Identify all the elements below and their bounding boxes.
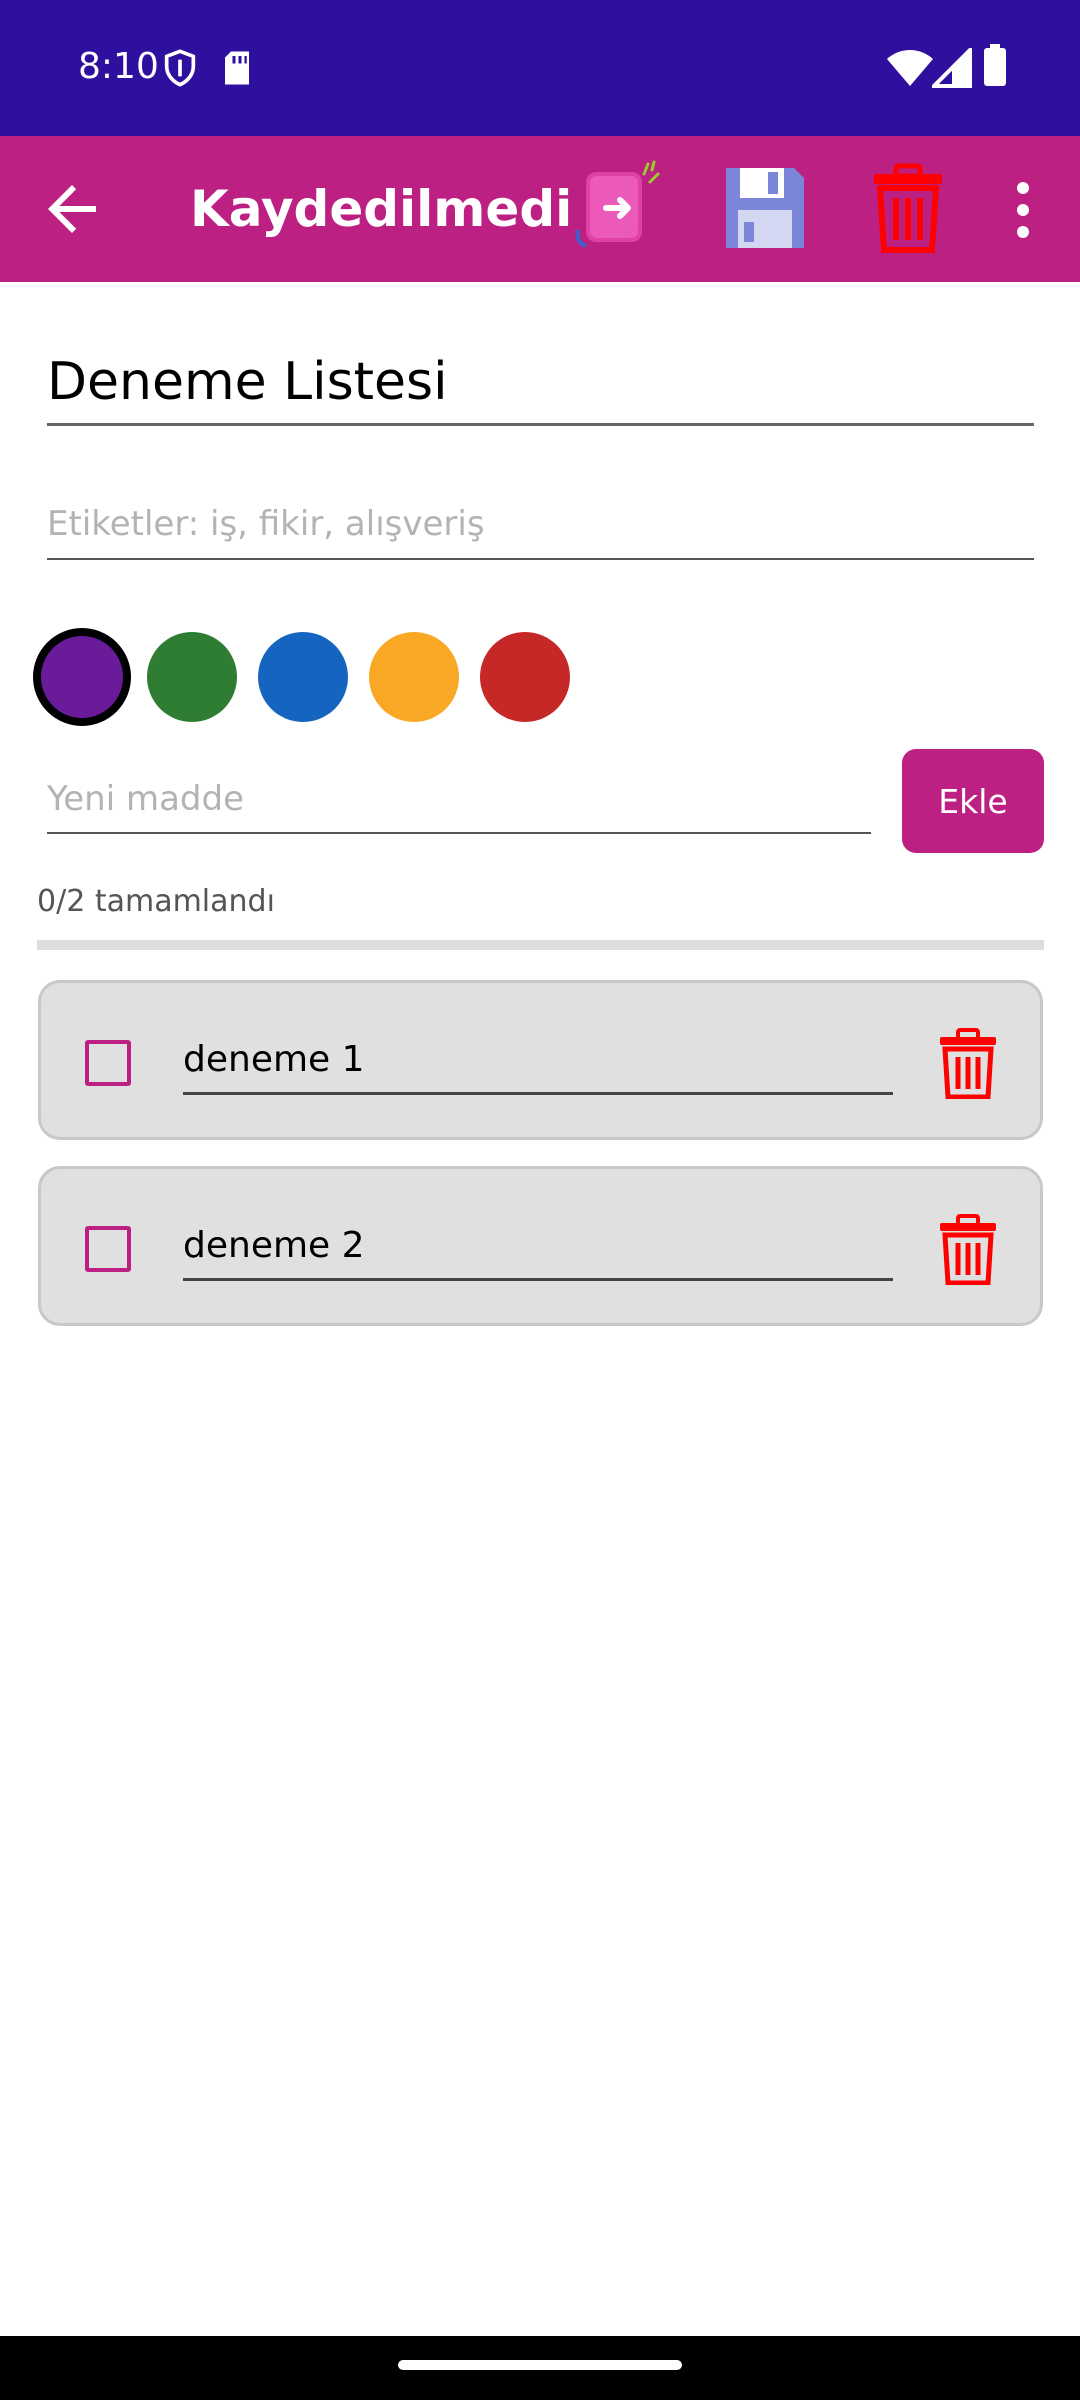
sd-card-icon (225, 51, 249, 85)
progress-bar (37, 940, 1044, 950)
back-arrow-icon[interactable] (36, 171, 108, 247)
more-vert-icon[interactable] (998, 172, 1048, 248)
color-swatch-green[interactable] (147, 632, 237, 722)
battery-icon (984, 44, 1006, 86)
color-swatch-blue[interactable] (258, 632, 348, 722)
color-swatch-purple[interactable] (33, 628, 131, 726)
status-time: 8:10 (78, 46, 159, 87)
item-text-field[interactable] (183, 1027, 893, 1095)
share-export-icon[interactable] (568, 160, 664, 256)
trash-icon[interactable] (860, 160, 956, 256)
item-checkbox[interactable] (85, 1040, 131, 1086)
new-item-input[interactable] (47, 766, 871, 834)
wifi-icon (887, 50, 933, 86)
color-swatch-amber[interactable] (369, 632, 459, 722)
color-swatch-red[interactable] (480, 632, 570, 722)
item-text-field[interactable] (183, 1213, 893, 1281)
signal-icon (932, 48, 972, 88)
app-title: Kaydedilmedi (190, 180, 573, 238)
app-bar: Kaydedilmedi (0, 136, 1080, 282)
status-bar: 8:10 (0, 0, 1080, 136)
home-indicator[interactable] (398, 2360, 682, 2370)
add-item-button[interactable]: Ekle (902, 749, 1044, 853)
list-item (38, 1166, 1043, 1326)
shield-icon (164, 49, 196, 87)
list-item (38, 980, 1043, 1140)
trash-icon[interactable] (936, 1027, 1000, 1099)
list-title-field[interactable] (47, 340, 1034, 426)
progress-text: 0/2 tamamlandı (37, 884, 275, 919)
floppy-save-icon[interactable] (716, 160, 812, 256)
navigation-bar (0, 2336, 1080, 2400)
item-checkbox[interactable] (85, 1226, 131, 1272)
tags-field[interactable] (47, 490, 1034, 560)
trash-icon[interactable] (936, 1213, 1000, 1285)
